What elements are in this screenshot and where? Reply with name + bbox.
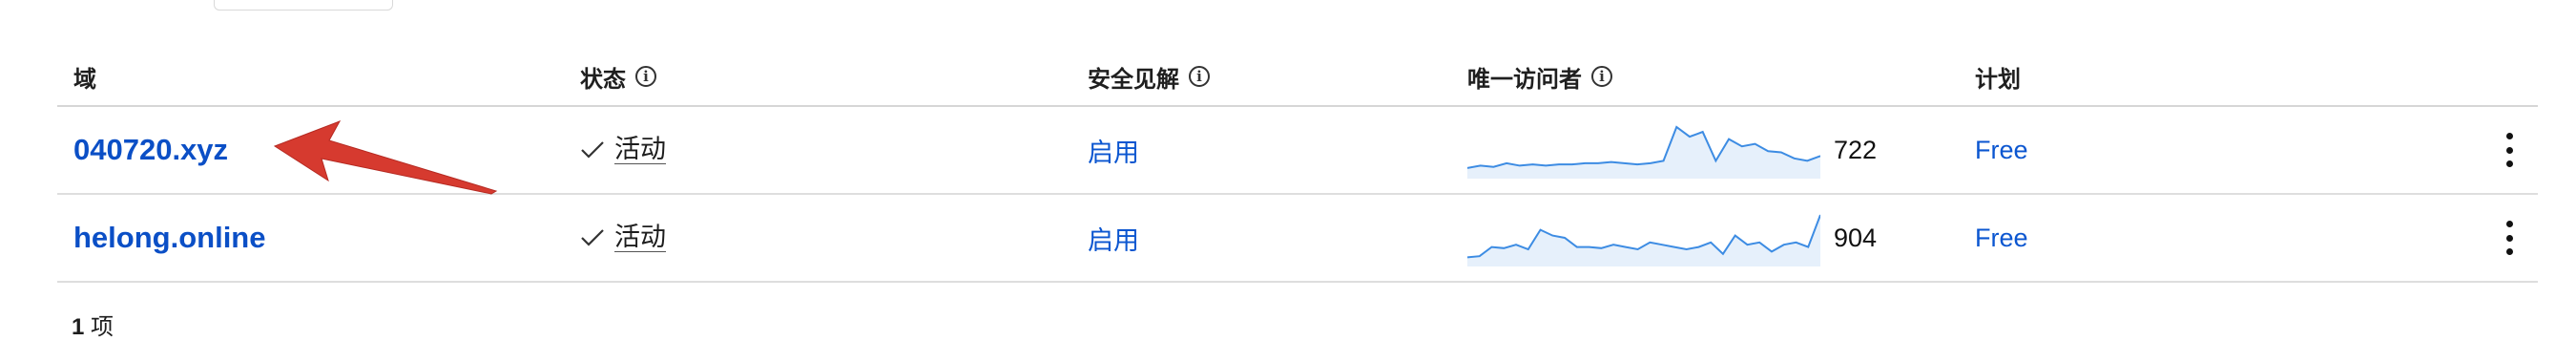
security-cell: 启用: [1088, 107, 1139, 193]
column-header-security-label: 安全见解: [1088, 66, 1179, 93]
plan-cell: Free: [1975, 107, 2028, 193]
column-header-visitors-label: 唯一访问者: [1467, 66, 1582, 93]
plan-cell: Free: [1975, 195, 2028, 281]
table-header: 域 状态 i 安全见解 i 唯一访问者 i 计划: [57, 48, 2538, 107]
checkmark-icon: [581, 229, 604, 246]
column-header-status: 状态 i: [580, 48, 656, 105]
info-icon[interactable]: i: [635, 66, 656, 87]
visitors-cell: 722: [1467, 107, 1877, 193]
item-count-unit: 项: [91, 314, 114, 340]
security-insights-link[interactable]: 启用: [1088, 220, 1139, 257]
table-row: 040720.xyz 活动 启用 722 Free: [57, 107, 2538, 195]
visitors-cell: 904: [1467, 195, 1877, 281]
status-cell: 活动: [580, 195, 666, 281]
column-header-domain-label: 域: [73, 66, 96, 93]
column-header-status-label: 状态: [580, 66, 626, 93]
domain-link[interactable]: helong.online: [73, 221, 266, 255]
item-count-number: 1: [72, 314, 85, 340]
column-header-domain: 域: [73, 48, 96, 105]
row-actions: [2503, 107, 2515, 193]
domain-cell: 040720.xyz: [73, 107, 228, 193]
domain-cell: helong.online: [73, 195, 266, 281]
security-cell: 启用: [1088, 195, 1139, 281]
visitors-count: 904: [1834, 223, 1878, 252]
column-header-plan-label: 计划: [1975, 66, 2021, 93]
visitors-count: 722: [1834, 135, 1878, 164]
column-header-security: 安全见解 i: [1088, 48, 1210, 105]
status-cell: 活动: [580, 107, 666, 193]
info-icon[interactable]: i: [1189, 66, 1210, 87]
domain-link[interactable]: 040720.xyz: [73, 133, 228, 167]
status-text[interactable]: 活动: [614, 223, 666, 253]
table-row: helong.online 活动 启用 904 Free: [57, 195, 2538, 283]
plan-link[interactable]: Free: [1975, 136, 2028, 165]
kebab-menu-icon[interactable]: [2503, 133, 2515, 167]
visitors-sparkline: [1467, 125, 1820, 179]
column-header-visitors: 唯一访问者 i: [1467, 48, 1612, 105]
plan-link[interactable]: Free: [1975, 224, 2028, 253]
toolbar-control-edge: [214, 0, 393, 11]
security-insights-link[interactable]: 启用: [1088, 132, 1139, 169]
row-actions: [2503, 195, 2515, 281]
status-text[interactable]: 活动: [614, 135, 666, 165]
column-header-plan: 计划: [1975, 48, 2021, 105]
domains-table: 域 状态 i 安全见解 i 唯一访问者 i 计划 040720.xyz 活动 启…: [57, 48, 2538, 283]
sparkline-area: [1467, 215, 1820, 266]
checkmark-icon: [581, 141, 604, 159]
info-icon[interactable]: i: [1591, 66, 1612, 87]
kebab-menu-icon[interactable]: [2503, 221, 2515, 255]
visitors-sparkline: [1467, 214, 1820, 266]
sparkline-area: [1467, 127, 1820, 179]
item-count: 1 项: [72, 308, 114, 341]
